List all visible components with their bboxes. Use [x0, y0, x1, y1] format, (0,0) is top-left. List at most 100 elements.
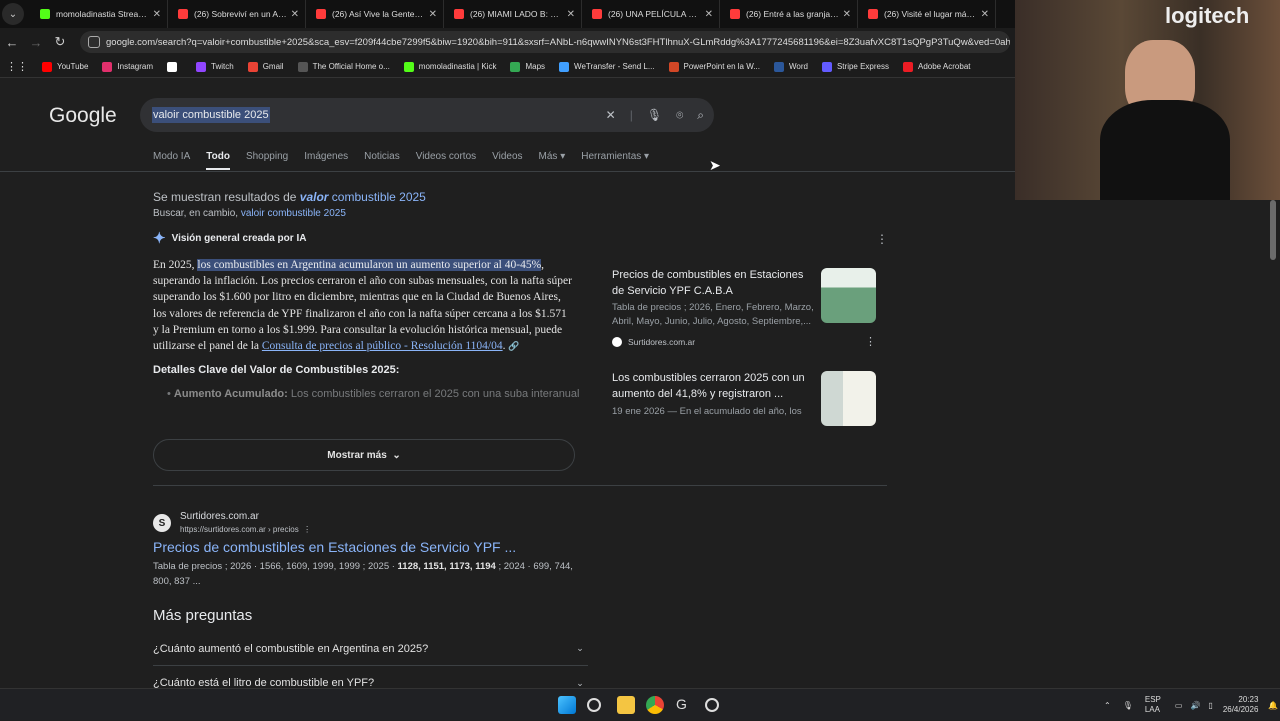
- search-tab[interactable]: Videos cortos: [416, 151, 476, 170]
- reload-icon[interactable]: ↻: [48, 34, 72, 50]
- browser-tab[interactable]: (26) Entré a las granjas de ✕: [720, 0, 858, 28]
- tab-favicon-icon: [454, 9, 464, 19]
- bookmark[interactable]: PowerPoint en la W...: [668, 61, 760, 72]
- app-icon[interactable]: [705, 698, 719, 712]
- tab-favicon-icon: [730, 9, 740, 19]
- bookmark-icon: [102, 61, 113, 72]
- browser-tab[interactable]: (26) UNA PELÍCULA DE M ✕: [582, 0, 720, 28]
- address-bar[interactable]: google.com/search?q=valoir+combustible+2…: [80, 31, 1010, 53]
- original-query-link[interactable]: valoir combustible 2025: [241, 208, 346, 219]
- bookmark-icon: [297, 61, 308, 72]
- bookmark[interactable]: YouTube: [42, 61, 88, 72]
- bookmark-icon: [821, 61, 832, 72]
- sparkle-icon: ✦: [153, 230, 166, 247]
- close-tab-icon[interactable]: ✕: [291, 9, 299, 20]
- ai-overview-menu-icon[interactable]: ⋮: [876, 232, 888, 246]
- close-tab-icon[interactable]: ✕: [567, 9, 575, 20]
- bookmark[interactable]: Instagram: [102, 61, 153, 72]
- show-more-button[interactable]: Mostrar más ⌄: [153, 439, 575, 471]
- webcam-overlay: logitech: [1015, 0, 1280, 200]
- ai-bullet: • Aumento Acumulado: Los combustibles ce…: [167, 388, 580, 401]
- ai-details-heading: Detalles Clave del Valor de Combustibles…: [153, 364, 400, 377]
- result-title-link[interactable]: Precios de combustibles en Estaciones de…: [153, 539, 516, 555]
- browser-tab[interactable]: (26) Visité el lugar más E ✕: [858, 0, 996, 28]
- bookmark[interactable]: The Official Home o...: [297, 61, 390, 72]
- google-logo[interactable]: Google: [49, 104, 117, 128]
- card-menu-icon[interactable]: ⋮: [865, 335, 876, 348]
- microphone-icon[interactable]: 🎙: [647, 108, 662, 122]
- close-tab-icon[interactable]: ✕: [843, 9, 851, 20]
- close-tab-icon[interactable]: ✕: [153, 9, 161, 20]
- search-input[interactable]: valoir combustible 2025: [152, 107, 270, 123]
- bookmark-icon: [196, 61, 207, 72]
- search-tab[interactable]: Todo: [206, 151, 230, 170]
- volume-icon[interactable]: 🔊: [1190, 701, 1200, 710]
- search-box[interactable]: valoir combustible 2025 ✕ | 🎙 ⌾ ⌕: [140, 98, 714, 132]
- bookmark[interactable]: WeTransfer - Send L...: [559, 61, 655, 72]
- bookmark[interactable]: Word: [774, 61, 808, 72]
- forward-icon[interactable]: →: [24, 35, 48, 50]
- notification-icon[interactable]: 🔔: [1268, 701, 1278, 710]
- site-favicon-icon: S: [153, 514, 171, 532]
- battery-icon[interactable]: ▯: [1208, 701, 1212, 710]
- search-tab[interactable]: Shopping: [246, 151, 288, 170]
- site-info-icon[interactable]: [88, 36, 100, 48]
- bookmark[interactable]: Stripe Express: [821, 61, 889, 72]
- browser-tab[interactable]: momoladinastia Stream - ✕: [30, 0, 168, 28]
- close-tab-icon[interactable]: ✕: [705, 9, 713, 20]
- browser-tab[interactable]: (26) MIAMI LADO B: BAR ✕: [444, 0, 582, 28]
- browser-tab[interactable]: (26) Así Vive la Gente en l ✕: [306, 0, 444, 28]
- corrected-query-link[interactable]: valor combustible 2025: [300, 190, 426, 204]
- highlighted-text: los combustibles en Argentina acumularon…: [197, 259, 542, 271]
- search-tab[interactable]: Videos: [492, 151, 522, 170]
- bookmark[interactable]: Maps: [510, 61, 545, 72]
- search-icon[interactable]: ⌕: [697, 108, 704, 123]
- lens-icon[interactable]: ⌾: [676, 108, 683, 123]
- search-tab[interactable]: Imágenes: [304, 151, 348, 170]
- search-tab[interactable]: Noticias: [364, 151, 400, 170]
- clock[interactable]: 20:23 26/4/2026: [1223, 695, 1259, 715]
- bookmark[interactable]: Twitch: [196, 61, 234, 72]
- webcam-sign: logitech: [1165, 3, 1250, 28]
- ai-overview-text: En 2025, los combustibles en Argentina a…: [153, 259, 572, 353]
- bookmark[interactable]: [167, 61, 182, 72]
- source-link[interactable]: Consulta de precios al público - Resoluc…: [262, 340, 503, 352]
- result-menu-icon[interactable]: ⋮: [303, 525, 311, 534]
- results-divider: [153, 485, 887, 486]
- link-chip-icon[interactable]: 🔗: [508, 341, 519, 351]
- back-icon[interactable]: ←: [0, 35, 24, 50]
- scrollbar[interactable]: [1270, 200, 1276, 260]
- bookmark-icon: [903, 61, 913, 72]
- search-taskbar-icon[interactable]: [587, 698, 601, 712]
- chevron-down-icon: ⌄: [576, 643, 584, 653]
- main-results: Se muestran resultados de valor combusti…: [153, 190, 593, 400]
- browser-tab[interactable]: (26) Sobreviví en un Apar ✕: [168, 0, 306, 28]
- chrome-icon[interactable]: [646, 696, 664, 714]
- source-card[interactable]: Los combustibles cerraron 2025 con un au…: [601, 365, 886, 427]
- tab-favicon-icon: [316, 9, 326, 19]
- app-icon[interactable]: G: [676, 696, 694, 714]
- mouse-cursor-icon: ➤: [709, 157, 721, 173]
- search-tab[interactable]: Modo IA: [153, 151, 190, 170]
- bookmark[interactable]: Adobe Acrobat: [903, 61, 970, 72]
- search-tab[interactable]: Herramientas ▾: [581, 151, 649, 170]
- url-text: google.com/search?q=valoir+combustible+2…: [106, 36, 1010, 48]
- bookmark[interactable]: Gmail: [247, 61, 284, 72]
- search-tab[interactable]: Más ▾: [539, 151, 566, 170]
- close-tab-icon[interactable]: ✕: [981, 9, 989, 20]
- question-item[interactable]: ¿Cuánto aumentó el combustible en Argent…: [153, 632, 588, 666]
- bookmark[interactable]: momoladinastia | Kick: [403, 61, 496, 72]
- clear-icon[interactable]: ✕: [606, 108, 616, 122]
- close-tab-icon[interactable]: ✕: [429, 9, 437, 20]
- source-card[interactable]: Precios de combustibles en Estaciones de…: [601, 262, 886, 354]
- network-icon[interactable]: ▭: [1175, 701, 1183, 710]
- apps-icon[interactable]: ⋮⋮: [6, 60, 28, 73]
- taskbar: G ⌃ 🎙 ESP LAA ▭ 🔊 ▯ 20:23 26/4/2026 🔔: [0, 688, 1280, 720]
- tray-overflow-icon[interactable]: ⌃: [1104, 701, 1111, 710]
- bookmark-icon: [510, 61, 521, 72]
- language-indicator[interactable]: ESP LAA: [1145, 695, 1161, 715]
- start-icon[interactable]: [558, 696, 576, 714]
- microphone-tray-icon[interactable]: 🎙: [1123, 701, 1133, 710]
- tab-search-button[interactable]: ⌄: [2, 3, 24, 25]
- file-explorer-icon[interactable]: [617, 696, 635, 714]
